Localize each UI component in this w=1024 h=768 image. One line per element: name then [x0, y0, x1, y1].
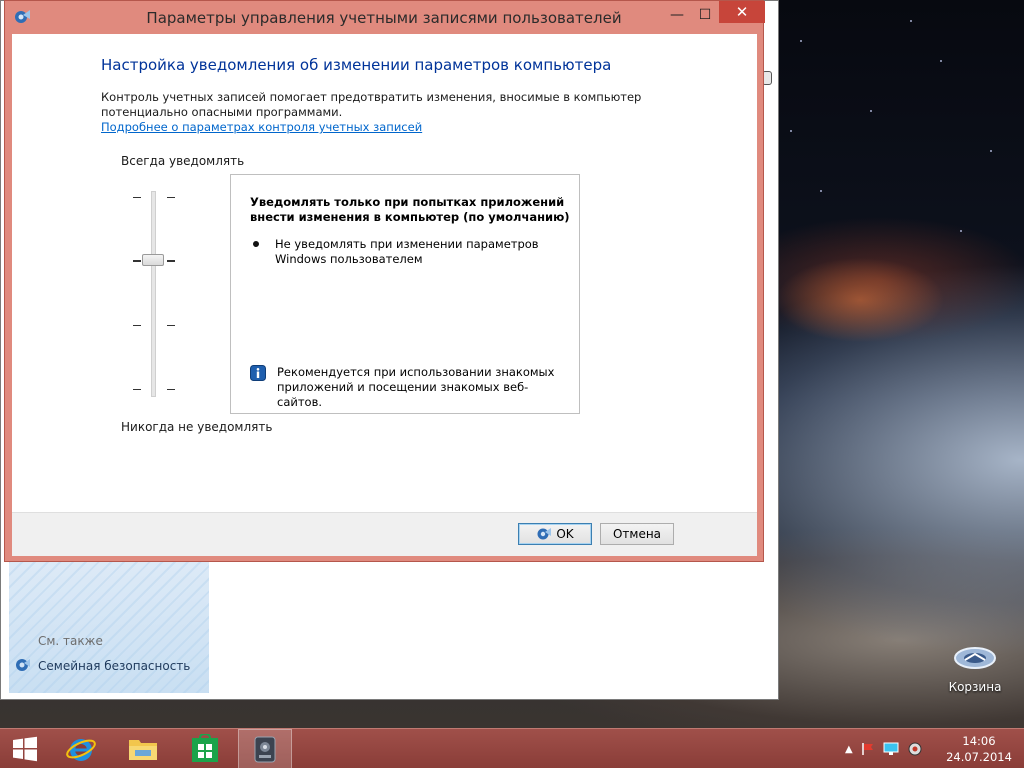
slider-tick — [167, 197, 175, 198]
close-icon: ✕ — [735, 3, 749, 21]
star — [910, 20, 912, 22]
clock-date: 24.07.2014 — [946, 750, 1012, 764]
notification-slider-thumb[interactable] — [142, 254, 164, 266]
slider-tick — [167, 389, 175, 390]
windows-logo-icon — [13, 736, 37, 762]
star — [870, 110, 872, 112]
slider-tick — [133, 197, 141, 198]
folder-icon — [129, 740, 157, 760]
star — [940, 60, 942, 62]
dialog-footer: OK Отмена — [12, 512, 757, 556]
star — [820, 190, 822, 192]
start-button[interactable] — [0, 729, 50, 768]
slider-tick — [167, 260, 175, 262]
dialog-client-area: Настройка уведомления об изменении парам… — [12, 34, 757, 556]
level-title: Уведомлять только при попытках приложени… — [250, 195, 570, 224]
slider-top-label: Всегда уведомлять — [121, 154, 245, 168]
taskbar: ▲ 14:06 24.07.2014 — [0, 728, 1024, 768]
taskbar-clock[interactable]: 14:06 24.07.2014 — [944, 733, 1014, 765]
recycle-bin[interactable]: Корзина — [940, 640, 1010, 694]
shield-globe-icon — [16, 659, 30, 671]
slider-bottom-label: Никогда не уведомлять — [121, 420, 273, 434]
ok-label: OK — [556, 527, 574, 541]
file-explorer-button[interactable] — [118, 729, 168, 768]
close-button[interactable]: ✕ — [719, 1, 765, 23]
volume-icon[interactable] — [907, 742, 923, 756]
uac-description: Контроль учетных записей помогает предот… — [101, 90, 642, 119]
level-description-panel: Уведомлять только при попытках приложени… — [230, 174, 580, 414]
star — [800, 40, 802, 42]
dialog-title: Параметры управления учетными записями п… — [146, 9, 622, 27]
dialog-titlebar[interactable]: Параметры управления учетными записями п… — [5, 1, 765, 34]
action-center-flag-icon[interactable] — [861, 742, 875, 756]
show-hidden-icons-icon[interactable]: ▲ — [845, 744, 853, 755]
maximize-icon: ☐ — [698, 7, 712, 23]
family-safety-link[interactable]: Семейная безопасность — [15, 657, 190, 674]
see-also-label: См. также — [38, 634, 103, 648]
cancel-button[interactable]: Отмена — [600, 523, 674, 545]
slider-tick — [133, 389, 141, 390]
family-safety-label: Семейная безопасность — [38, 658, 191, 673]
clock-time: 14:06 — [962, 734, 996, 748]
internet-explorer-button[interactable] — [56, 729, 106, 768]
system-tray: ▲ — [845, 729, 923, 768]
control-panel-taskbar-button[interactable] — [238, 729, 292, 768]
notification-slider-track[interactable] — [151, 191, 156, 397]
minimize-button[interactable]: — — [663, 3, 691, 27]
cancel-label: Отмена — [612, 527, 662, 541]
level-bullet-text: Не уведомлять при изменении параметров W… — [275, 237, 539, 266]
slider-tick — [167, 325, 175, 326]
control-panel-icon — [254, 736, 276, 763]
store-icon — [192, 734, 218, 762]
recycle-bin-label: Корзина — [948, 680, 1002, 694]
bullet-icon — [253, 241, 259, 247]
ok-button[interactable]: OK — [518, 523, 592, 545]
info-icon — [250, 365, 266, 381]
slider-tick — [133, 260, 141, 262]
recycle-bin-icon — [954, 647, 996, 669]
star — [990, 150, 992, 152]
page-heading: Настройка уведомления об изменении парам… — [101, 56, 612, 74]
network-icon[interactable] — [883, 742, 899, 756]
slider-tick — [133, 325, 141, 326]
internet-explorer-icon — [66, 739, 96, 761]
more-info-link[interactable]: Подробнее о параметрах контроля учетных … — [101, 120, 422, 134]
windows-store-button[interactable] — [180, 729, 230, 768]
uac-settings-dialog: Параметры управления учетными записями п… — [4, 0, 765, 562]
minimize-icon: — — [670, 7, 684, 23]
star — [790, 130, 792, 132]
maximize-button[interactable]: ☐ — [691, 3, 719, 27]
star — [960, 230, 962, 232]
recommendation-text: Рекомендуется при использовании знакомых… — [277, 365, 555, 409]
uac-shield-icon — [537, 528, 552, 540]
